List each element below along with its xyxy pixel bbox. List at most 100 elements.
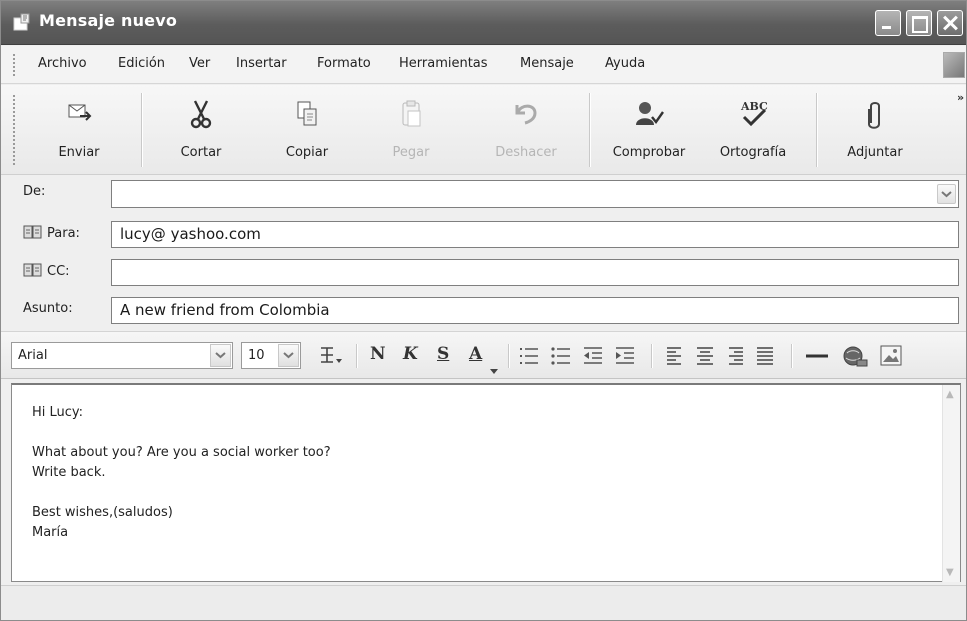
increase-indent-icon[interactable] [614, 344, 636, 368]
check-names-label: Comprobar [612, 145, 686, 160]
align-left-icon[interactable] [664, 344, 686, 368]
close-button[interactable] [937, 10, 963, 36]
body-line [32, 483, 331, 503]
main-toolbar: Enviar Cortar Copiar Pegar Deshacer Comp… [1, 85, 966, 175]
body-line: Write back. [32, 465, 106, 480]
undo-button[interactable]: Deshacer [476, 85, 576, 175]
toolbar-grip[interactable] [13, 95, 15, 165]
bold-button[interactable]: N [370, 344, 386, 364]
address-book-icon [23, 225, 42, 239]
chevron-down-icon[interactable] [937, 184, 956, 204]
check-names-icon [636, 102, 664, 125]
format-separator [651, 344, 652, 368]
minimize-button[interactable] [875, 10, 901, 36]
menu-grip[interactable] [13, 54, 15, 76]
paragraph-style-icon[interactable] [318, 344, 344, 368]
spelling-icon: ABC [740, 100, 768, 127]
copy-icon [297, 101, 317, 126]
toolbar-separator [141, 93, 142, 167]
toolbar-separator [589, 93, 590, 167]
windows-logo-icon [943, 52, 965, 78]
font-select[interactable]: Arial [11, 342, 233, 369]
chevron-down-icon[interactable] [210, 344, 231, 367]
spelling-button[interactable]: ABC Ortografía [703, 85, 803, 175]
message-icon [13, 13, 30, 31]
menu-ver[interactable]: Ver [189, 56, 210, 71]
cc-label: CC: [47, 264, 70, 279]
chevron-down-icon [490, 369, 498, 374]
menu-herramientas[interactable]: Herramientas [399, 56, 488, 71]
window-title: Mensaje nuevo [39, 11, 178, 30]
copy-label: Copiar [285, 145, 329, 160]
from-label: De: [23, 184, 46, 199]
maximize-button[interactable] [906, 10, 932, 36]
align-center-icon[interactable] [694, 344, 716, 368]
menu-edicion[interactable]: Edición [118, 56, 165, 71]
body-line: María [32, 525, 69, 540]
underline-button[interactable]: S [437, 344, 449, 364]
body-line: What about you? Are you a social worker … [32, 445, 331, 460]
message-body-text: Hi Lucy: What about you? Are you a socia… [32, 403, 331, 543]
cc-label-group[interactable]: CC: [23, 263, 70, 279]
copy-button[interactable]: Copiar [257, 85, 357, 175]
scroll-down-arrow-icon[interactable]: ▼ [946, 567, 954, 578]
menu-ayuda[interactable]: Ayuda [605, 56, 645, 71]
font-size-select[interactable]: 10 [241, 342, 301, 369]
check-names-button[interactable]: Comprobar [599, 85, 699, 175]
justify-icon[interactable] [754, 344, 776, 368]
cc-field[interactable] [111, 259, 959, 286]
vertical-scrollbar[interactable]: ▲ ▼ [942, 385, 960, 582]
numbered-list-icon[interactable] [518, 344, 540, 368]
cut-label: Cortar [180, 145, 222, 160]
font-size-value: 10 [248, 348, 265, 363]
insert-hyperlink-icon[interactable] [841, 344, 869, 368]
subject-label: Asunto: [23, 301, 73, 316]
attach-button[interactable]: Adjuntar [825, 85, 925, 175]
paste-label: Pegar [392, 145, 430, 160]
italic-button[interactable]: K [403, 344, 418, 364]
chevron-down-icon[interactable] [278, 344, 299, 367]
body-line [32, 423, 331, 443]
toolbar-separator [816, 93, 817, 167]
attach-label: Adjuntar [847, 145, 903, 160]
body-line: Hi Lucy: [32, 405, 84, 420]
align-right-icon[interactable] [724, 344, 746, 368]
paste-button[interactable]: Pegar [361, 85, 461, 175]
menu-mensaje[interactable]: Mensaje [520, 56, 574, 71]
undo-icon [515, 104, 537, 125]
undo-label: Deshacer [495, 145, 557, 160]
format-separator [356, 344, 357, 368]
toolbar-overflow-button[interactable]: » [957, 91, 964, 104]
subject-value: A new friend from Colombia [120, 301, 330, 319]
font-color-button[interactable]: A [469, 344, 482, 364]
subject-field[interactable]: A new friend from Colombia [111, 297, 959, 324]
message-headers: De: Para: lucy@ yashoo.com CC: Asunto: A… [1, 176, 966, 328]
decrease-indent-icon[interactable] [582, 344, 604, 368]
menu-archivo[interactable]: Archivo [38, 56, 87, 71]
status-bar [1, 585, 966, 620]
scissors-icon [190, 100, 212, 129]
menu-insertar[interactable]: Insertar [236, 56, 287, 71]
cut-button[interactable]: Cortar [151, 85, 251, 175]
format-separator [508, 344, 509, 368]
font-value: Arial [18, 348, 48, 363]
paperclip-icon [868, 102, 880, 129]
horizontal-line-icon[interactable] [803, 344, 831, 368]
address-book-icon [23, 263, 42, 277]
send-label: Enviar [58, 145, 100, 160]
from-select[interactable] [111, 180, 959, 208]
to-label-group[interactable]: Para: [23, 225, 80, 241]
body-line: Best wishes,(saludos) [32, 505, 173, 520]
title-bar[interactable]: Mensaje nuevo [1, 1, 966, 45]
new-message-window: Mensaje nuevo Archivo Edición Ver Insert… [0, 0, 967, 621]
menu-formato[interactable]: Formato [317, 56, 371, 71]
to-value: lucy@ yashoo.com [120, 225, 261, 243]
scroll-up-arrow-icon[interactable]: ▲ [946, 389, 954, 400]
send-icon [68, 104, 92, 121]
bullet-list-icon[interactable] [550, 344, 572, 368]
to-label: Para: [47, 226, 80, 241]
to-field[interactable]: lucy@ yashoo.com [111, 221, 959, 248]
send-button[interactable]: Enviar [29, 85, 129, 175]
insert-picture-icon[interactable] [879, 344, 905, 368]
message-body[interactable]: Hi Lucy: What about you? Are you a socia… [11, 383, 961, 582]
